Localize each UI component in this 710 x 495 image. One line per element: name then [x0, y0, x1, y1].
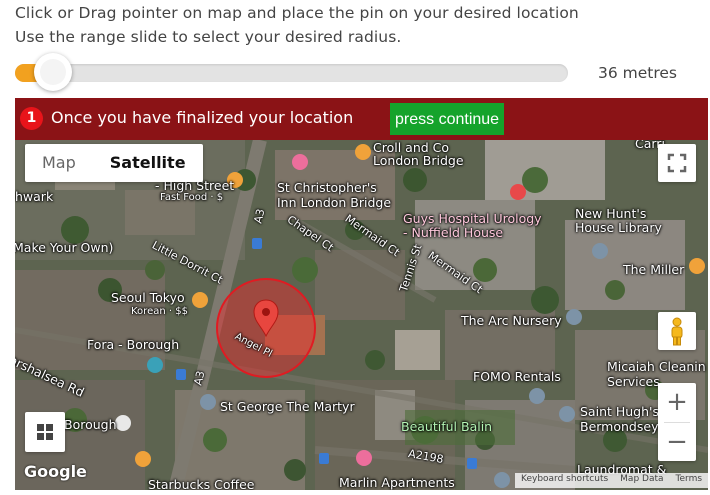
map-label: Make Your Own) [15, 240, 114, 255]
instruction-line-2: Use the range slide to select your desir… [15, 28, 402, 46]
map-label: St George The Martyr [220, 399, 355, 414]
zoom-in-button[interactable]: + [658, 383, 696, 421]
map-attribution: Keyboard shortcuts Map Data Terms [515, 473, 708, 488]
map-label: The Miller [623, 262, 685, 277]
map-label: Beautiful Balin [401, 419, 493, 434]
map-label: Marlin Apartments [339, 475, 455, 490]
map-type-satellite[interactable]: Satellite [93, 144, 203, 182]
map-label: Saint Hugh's [580, 404, 659, 419]
zoom-control: + − [658, 383, 696, 461]
map-canvas[interactable]: Croll and Co London Bridge Carri - High … [15, 140, 708, 490]
map-label: Services [607, 374, 660, 389]
map-layers-button[interactable] [25, 412, 65, 452]
map-label: Fast Food · $ [160, 192, 224, 203]
fullscreen-icon [667, 153, 687, 173]
map-type-control: Map Satellite [25, 144, 203, 182]
street-view-button[interactable] [658, 312, 696, 350]
instruction-line-1: Click or Drag pointer on map and place t… [15, 4, 579, 22]
map-label: Starbucks Coffee [148, 477, 255, 490]
map-label: Fora - Borough [87, 337, 180, 352]
zoom-out-button[interactable]: − [658, 423, 696, 461]
map-label: Micaiah Cleanin [607, 359, 706, 374]
map-type-map[interactable]: Map [25, 144, 93, 182]
terms-link[interactable]: Terms [670, 473, 708, 488]
map-label: House Library [575, 220, 662, 235]
slider-track[interactable] [15, 64, 568, 82]
radius-slider[interactable] [15, 53, 568, 91]
map-label: Inn London Bridge [277, 195, 392, 210]
radius-value: 36 metres [598, 64, 678, 82]
slider-thumb[interactable] [34, 53, 73, 91]
map-label: London Bridge [373, 153, 464, 168]
map-label: Korean · $$ [131, 306, 188, 317]
status-banner: 1 Once you have finalized your location … [15, 98, 708, 140]
google-logo: Google [24, 462, 87, 481]
map-label: Bermondsey [580, 419, 659, 434]
step-number-badge: 1 [20, 107, 43, 130]
fullscreen-button[interactable] [658, 144, 696, 182]
banner-message: Once you have finalized your location [51, 108, 354, 127]
map-label: The Arc Nursery [461, 313, 562, 328]
keyboard-shortcuts-link[interactable]: Keyboard shortcuts [515, 473, 614, 488]
map-label: St Christopher's [277, 180, 377, 195]
pegman-icon [671, 317, 683, 346]
grid-icon [37, 424, 53, 440]
map-label: FOMO Rentals [473, 369, 561, 384]
continue-button[interactable]: press continue [390, 103, 505, 135]
map-label: hwark [15, 189, 54, 204]
map-label: Seoul Tokyo [111, 290, 185, 305]
map-data-link[interactable]: Map Data [614, 473, 669, 488]
map-label: - Nuffield House [403, 225, 504, 240]
map-label: Borough [64, 417, 117, 432]
